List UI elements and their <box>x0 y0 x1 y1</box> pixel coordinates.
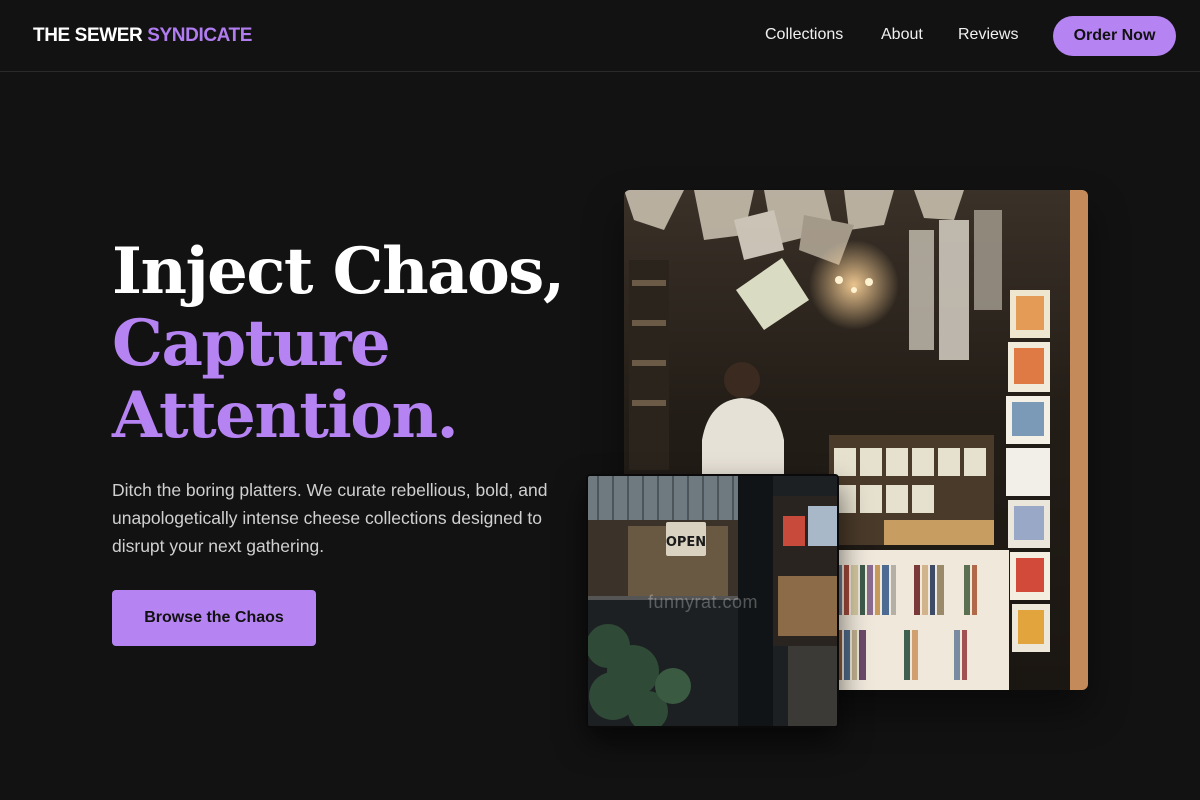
nav-link-reviews[interactable]: Reviews <box>958 26 1018 44</box>
headline-line-2: Capture <box>112 306 391 381</box>
browse-chaos-button[interactable]: Browse the Chaos <box>112 590 316 646</box>
top-nav: THE SEWER SYNDICATE Collections About Re… <box>0 0 1200 72</box>
headline-line-3: Attention. <box>112 378 459 453</box>
headline-line-1: Inject Chaos, <box>112 234 565 309</box>
site-logo[interactable]: THE SEWER SYNDICATE <box>33 25 252 47</box>
open-sign-text: OPEN <box>666 535 706 550</box>
order-now-button[interactable]: Order Now <box>1053 16 1176 56</box>
logo-accent-text: SYNDICATE <box>147 25 253 46</box>
hero-headline: Inject Chaos, Capture Attention. <box>112 236 582 452</box>
nav-link-about[interactable]: About <box>881 26 923 44</box>
hero-subtext: Ditch the boring platters. We curate reb… <box>112 480 548 556</box>
nav-link-collections[interactable]: Collections <box>765 26 843 44</box>
logo-main-text: THE SEWER <box>33 25 143 46</box>
image-watermark: funnyrat.com <box>648 592 759 612</box>
